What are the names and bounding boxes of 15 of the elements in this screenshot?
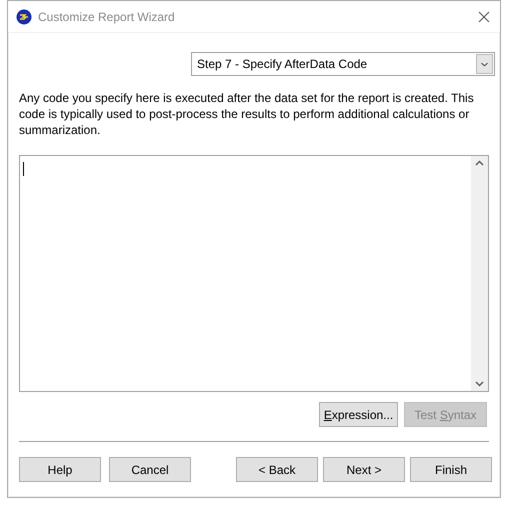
step-dropdown[interactable]: Step 7 - Specify AfterData Code (191, 52, 495, 76)
scroll-up-icon[interactable] (475, 160, 484, 166)
app-logo-icon (16, 8, 32, 24)
wizard-button[interactable]: < Back (236, 457, 318, 482)
chevron-down-icon (476, 54, 493, 74)
wizard-button[interactable]: Next > (323, 457, 405, 482)
expression-button[interactable]: Expression... (319, 402, 398, 427)
description-text: Any code you specify here is executed after the data set for the report is created. This code is typically used to post-process the results to perform additional calculations or summarization. (19, 90, 475, 138)
wizard-button[interactable]: Finish (410, 457, 492, 482)
close-icon[interactable] (478, 10, 490, 22)
window-title: Customize Report Wizard (38, 8, 176, 26)
wizard-button[interactable]: Cancel (109, 457, 191, 482)
scroll-down-icon[interactable] (475, 381, 484, 387)
wizard-button[interactable]: Help (19, 457, 101, 482)
scrollbar[interactable] (471, 156, 488, 391)
